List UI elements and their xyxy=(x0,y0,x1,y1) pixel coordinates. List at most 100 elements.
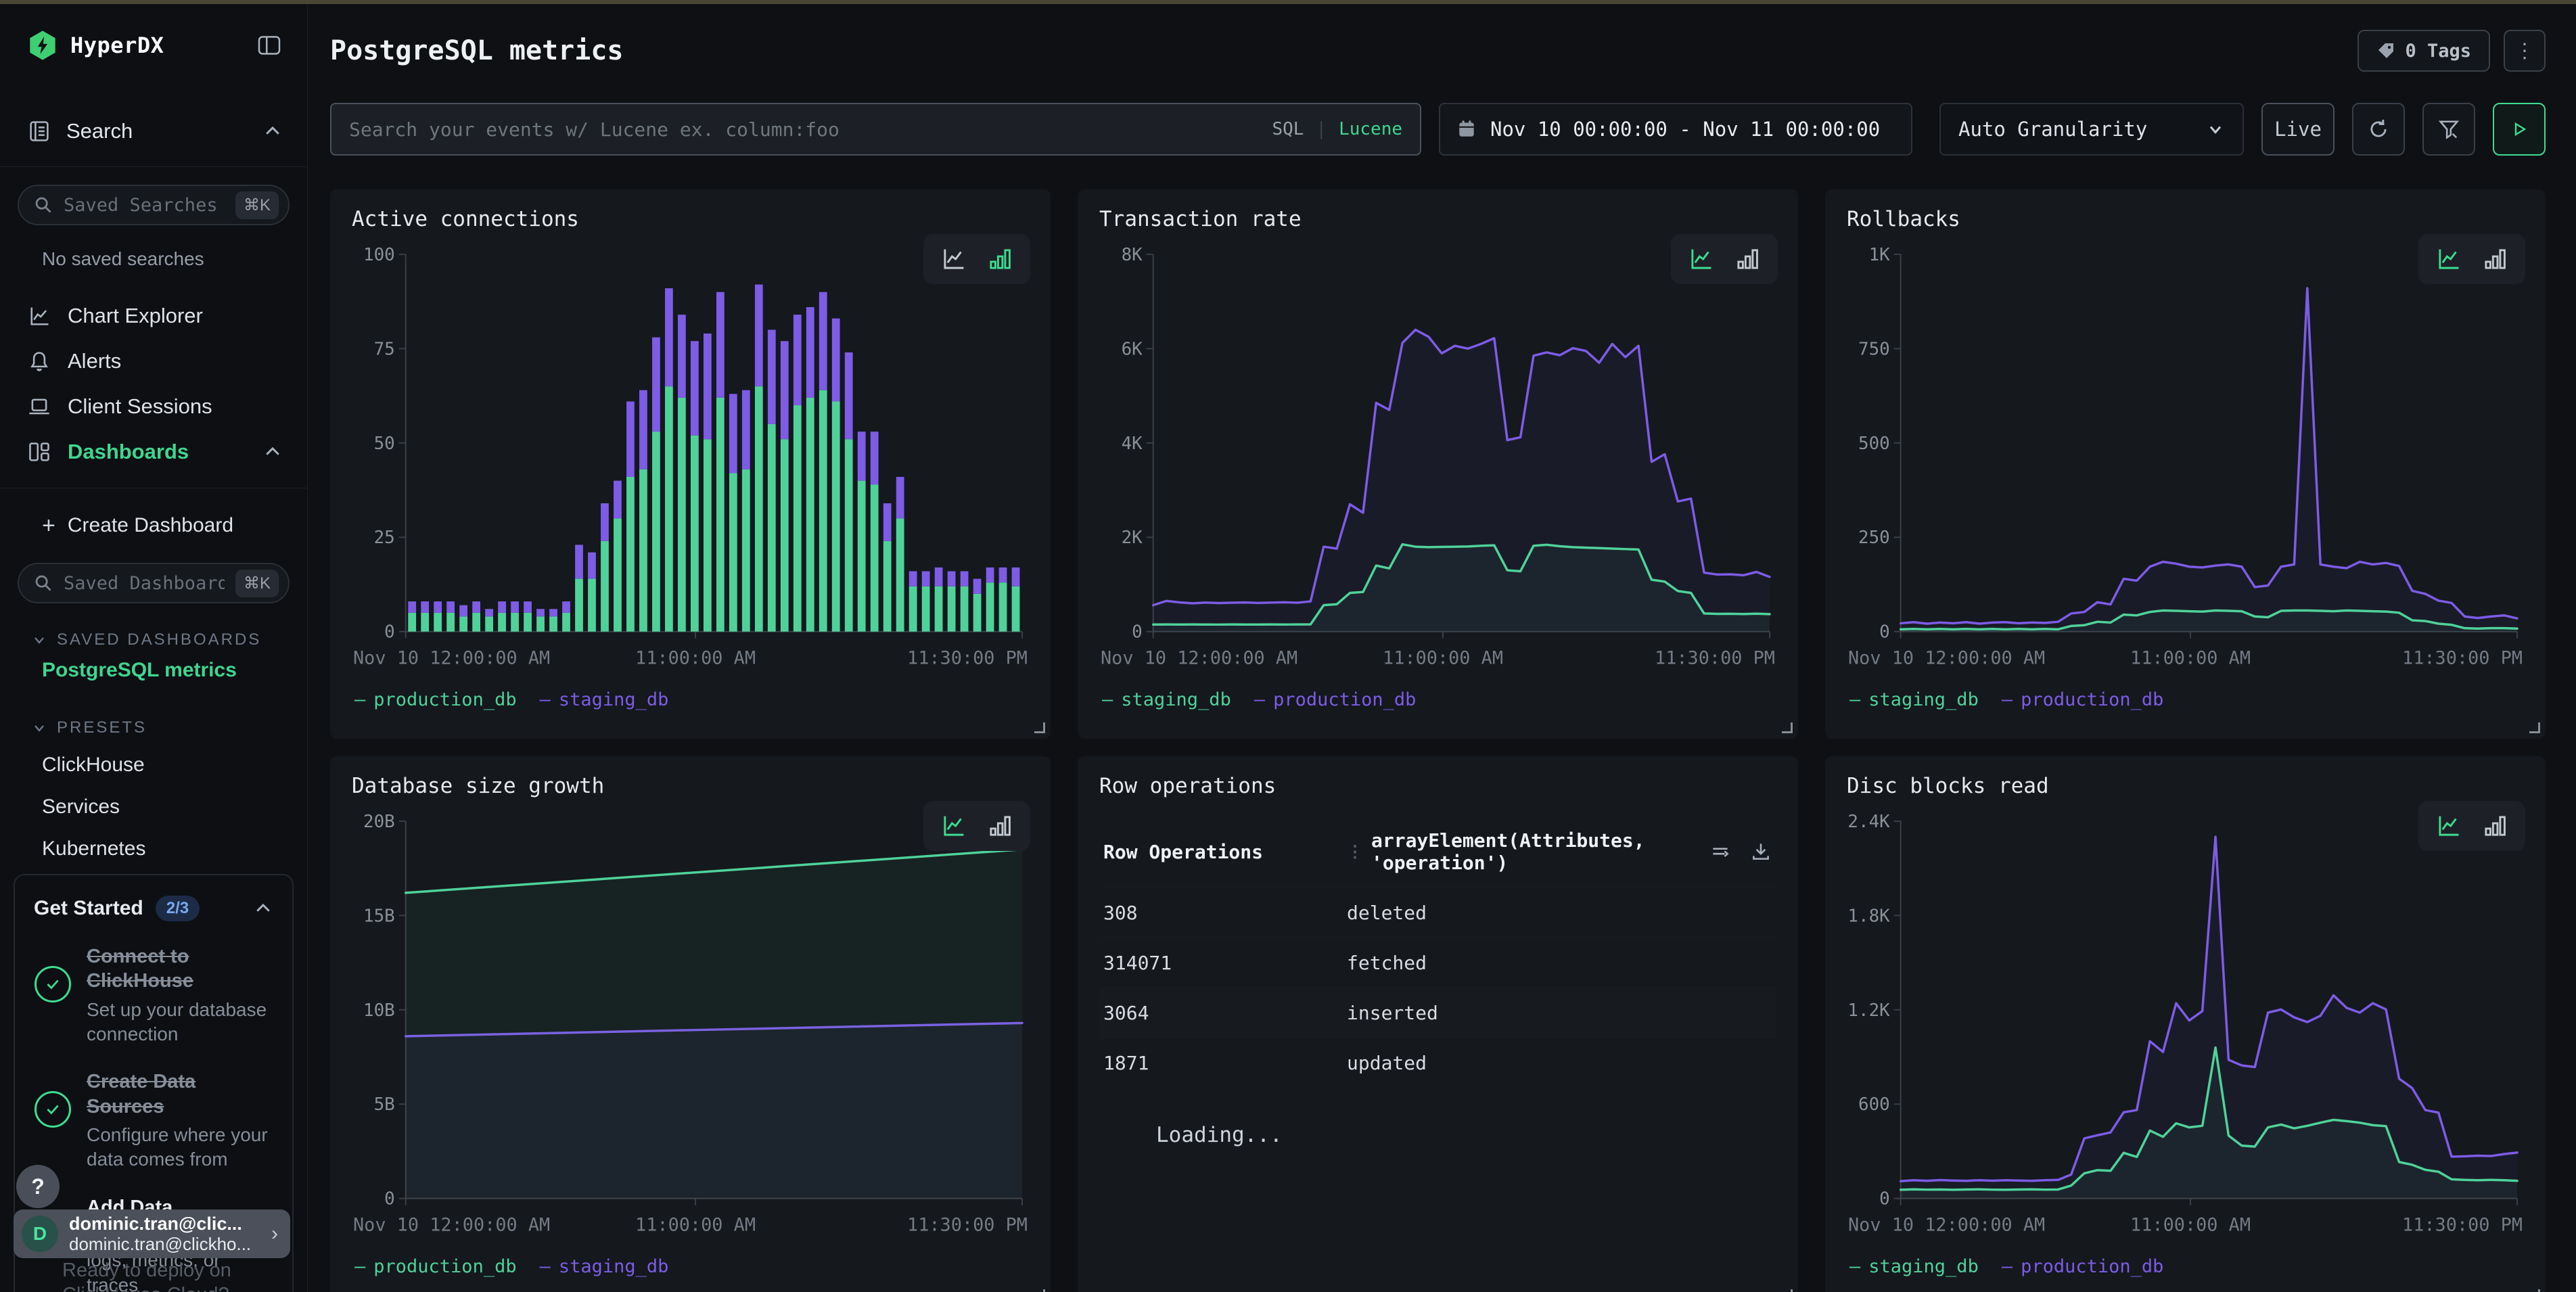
sidebar-item-client-sessions[interactable]: Client Sessions xyxy=(0,384,307,429)
svg-text:1K: 1K xyxy=(1869,245,1891,265)
plus-icon: + xyxy=(42,514,55,537)
chart-canvas: 05B10B15B20BNov 10 12:00:00 AM11:00:00 A… xyxy=(352,810,1029,1255)
sidebar-preset-kubernetes[interactable]: Kubernetes xyxy=(0,828,307,870)
user-menu[interactable]: D dominic.tran@clic... dominic.tran@clic… xyxy=(14,1209,290,1258)
legend-label: production_db xyxy=(2021,689,2163,710)
legend-item[interactable]: —production_db xyxy=(1254,689,1417,710)
ready-to-deploy-text2: ClickHouse Cloud? xyxy=(62,1284,229,1292)
svg-text:Nov 10 12:00:00 AM: Nov 10 12:00:00 AM xyxy=(1848,1215,2045,1236)
collapse-sidebar-icon[interactable] xyxy=(256,32,283,59)
line-chart-toggle-icon[interactable] xyxy=(940,245,968,273)
shortcut-badge: ⌘K xyxy=(235,570,279,597)
legend-item[interactable]: —production_db xyxy=(354,689,517,710)
line-chart-toggle-icon[interactable] xyxy=(1687,245,1716,273)
presets-section[interactable]: PRESETS xyxy=(0,718,307,737)
column-header[interactable]: arrayElement(Attributes, 'operation') xyxy=(1371,829,1709,874)
refresh-button[interactable] xyxy=(2352,103,2405,156)
progress-badge: 2/3 xyxy=(156,896,200,921)
step-connect-clickhouse[interactable]: Connect to ClickHouse Set up your databa… xyxy=(34,944,273,1046)
chart-canvas: 06001.2K1.8K2.4KNov 10 12:00:00 AM11:00:… xyxy=(1847,810,2524,1255)
chevron-right-icon: › xyxy=(271,1222,278,1245)
table-row[interactable]: 314071fetched xyxy=(1099,938,1776,988)
table-row[interactable]: 308deleted xyxy=(1099,887,1776,938)
sql-toggle[interactable]: SQL xyxy=(1272,119,1304,139)
sidebar-item-alerts[interactable]: Alerts xyxy=(0,338,307,384)
cell-value: 308 xyxy=(1103,902,1347,924)
chart-type-toggle xyxy=(923,234,1030,284)
svg-text:11:30:00 PM: 11:30:00 PM xyxy=(907,648,1028,669)
sidebar-item-search[interactable]: Search xyxy=(0,110,307,153)
bell-icon xyxy=(27,349,51,373)
chart-svg: 06001.2K1.8K2.4KNov 10 12:00:00 AM11:00:… xyxy=(1847,810,2524,1255)
line-chart-toggle-icon[interactable] xyxy=(940,812,968,840)
refresh-icon xyxy=(2366,117,2391,141)
svg-text:10B: 10B xyxy=(363,1000,395,1021)
help-button[interactable]: ? xyxy=(16,1165,60,1208)
lucene-toggle[interactable]: Lucene xyxy=(1339,119,1402,139)
sidebar-preset-services[interactable]: Services xyxy=(0,786,307,828)
saved-dashboards-section[interactable]: SAVED DASHBOARDS xyxy=(0,630,307,649)
bar-chart-toggle-icon[interactable] xyxy=(2481,245,2509,273)
search-section-label: Search xyxy=(66,119,248,143)
cell-value: 1871 xyxy=(1103,1052,1347,1074)
download-icon[interactable] xyxy=(1749,840,1772,863)
sidebar-item-dashboards[interactable]: Dashboards xyxy=(0,429,307,474)
chart-legend: —production_db —staging_db xyxy=(352,689,1029,710)
svg-text:2K: 2K xyxy=(1122,528,1143,548)
create-dashboard-button[interactable]: + Create Dashboard xyxy=(0,506,307,545)
granularity-select[interactable]: Auto Granularity xyxy=(1939,103,2244,156)
panel-row-operations: Row operations Row Operations⋮ arrayEleme… xyxy=(1078,756,1798,1292)
event-search-input[interactable] xyxy=(349,118,1260,141)
column-header[interactable]: Row Operations xyxy=(1103,841,1347,863)
tags-button[interactable]: 0 Tags xyxy=(2358,30,2490,72)
svg-text:11:00:00 AM: 11:00:00 AM xyxy=(2130,648,2251,669)
legend-label: staging_db xyxy=(1868,1256,1979,1277)
legend-label: staging_db xyxy=(559,1256,669,1277)
line-chart-toggle-icon[interactable] xyxy=(2435,245,2463,273)
table-row[interactable]: 3064inserted xyxy=(1099,988,1776,1038)
legend-dash: — xyxy=(2002,1256,2013,1277)
live-button[interactable]: Live xyxy=(2261,103,2334,156)
line-chart-toggle-icon[interactable] xyxy=(2435,812,2463,840)
saved-searches-input[interactable] xyxy=(64,195,225,216)
step-create-data-sources[interactable]: Create Data Sources Configure where your… xyxy=(34,1069,273,1172)
table-row[interactable]: 1871updated xyxy=(1099,1038,1776,1088)
more-options-button[interactable]: ⋮ xyxy=(2504,30,2546,72)
legend-item[interactable]: —staging_db xyxy=(540,689,669,710)
legend-item[interactable]: —production_db xyxy=(2002,689,2164,710)
bar-chart-toggle-icon[interactable] xyxy=(1733,245,1762,273)
saved-searches-search[interactable]: ⌘K xyxy=(18,185,290,225)
sidebar-item-chart-explorer[interactable]: Chart Explorer xyxy=(0,293,307,338)
chevron-up-icon[interactable] xyxy=(253,898,273,919)
drag-handle-icon[interactable]: ⋮ xyxy=(1347,842,1362,861)
saved-dashboards-input[interactable] xyxy=(64,573,225,594)
svg-text:11:00:00 AM: 11:00:00 AM xyxy=(2130,1215,2251,1236)
panel-title: Rollbacks xyxy=(1847,207,1960,231)
legend-item[interactable]: —staging_db xyxy=(1102,689,1231,710)
panel-title: Row operations xyxy=(1099,774,1276,798)
legend-item[interactable]: —staging_db xyxy=(1849,689,1979,710)
top-accent-strip xyxy=(0,0,2576,4)
legend-dash: — xyxy=(1102,689,1113,710)
legend-item[interactable]: —staging_db xyxy=(1849,1256,1979,1277)
bar-chart-toggle-icon[interactable] xyxy=(2481,812,2509,840)
swap-columns-icon[interactable] xyxy=(1709,840,1732,863)
sidebar-preset-clickhouse[interactable]: ClickHouse xyxy=(0,744,307,786)
bar-chart-toggle-icon[interactable] xyxy=(986,245,1014,273)
date-range-picker[interactable]: Nov 10 00:00:00 - Nov 11 00:00:00 xyxy=(1439,103,1912,156)
sidebar-dashboard-postgresql-metrics[interactable]: PostgreSQL metrics xyxy=(0,649,307,691)
bar-chart-toggle-icon[interactable] xyxy=(986,812,1014,840)
chart-legend: —production_db —staging_db xyxy=(352,1256,1029,1277)
legend-item[interactable]: —production_db xyxy=(354,1256,517,1277)
filter-button[interactable] xyxy=(2422,103,2475,156)
ready-to-deploy-text: Ready to deploy on xyxy=(62,1260,231,1282)
saved-dashboards-search[interactable]: ⌘K xyxy=(18,563,290,603)
run-query-button[interactable] xyxy=(2493,103,2546,156)
chart-legend: —staging_db—production_db xyxy=(1847,1256,2524,1277)
cell-value: 314071 xyxy=(1103,952,1347,974)
legend-item[interactable]: —staging_db xyxy=(540,1256,669,1277)
event-search-box[interactable]: SQL | Lucene xyxy=(330,103,1421,156)
dashboards-icon xyxy=(27,440,51,464)
legend-item[interactable]: —production_db xyxy=(2002,1256,2164,1277)
laptop-icon xyxy=(27,394,51,419)
